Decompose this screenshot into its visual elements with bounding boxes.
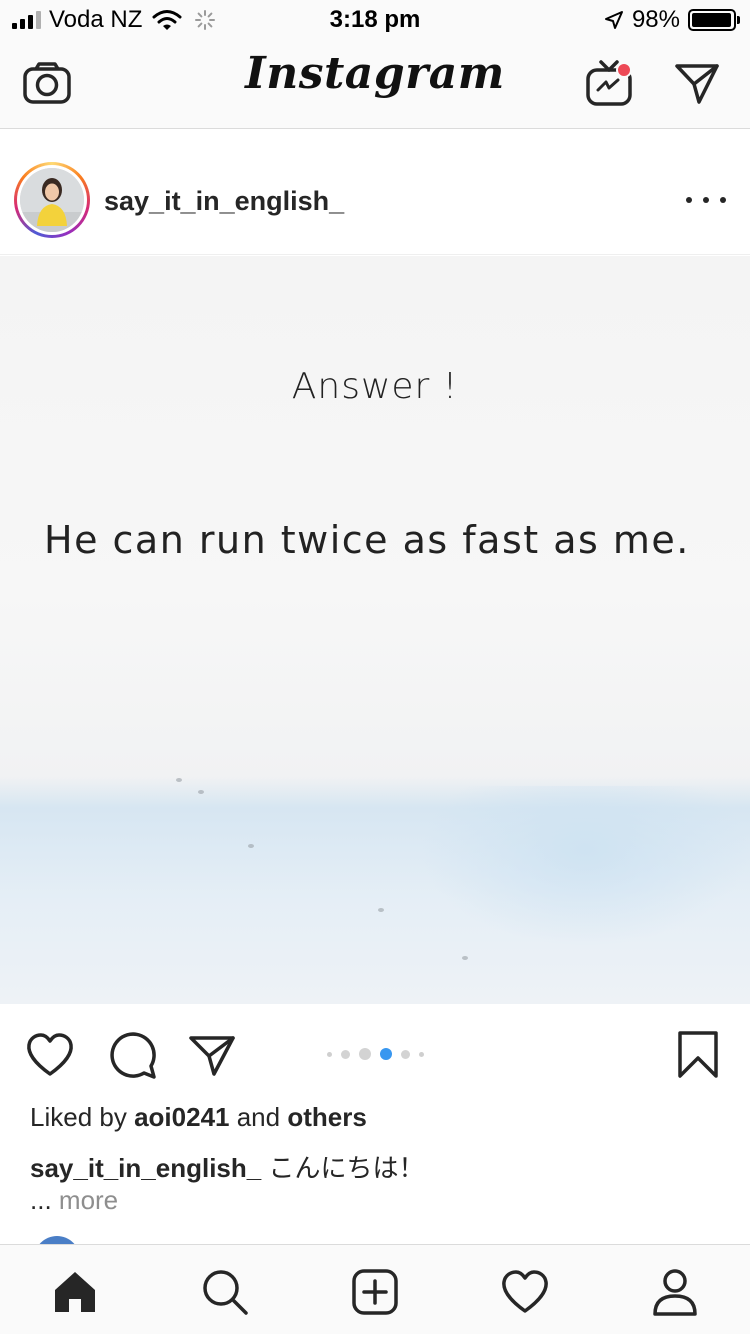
bookmark-icon[interactable]: [672, 1029, 724, 1081]
carousel-indicator: [0, 1048, 750, 1060]
image-sentence-text: He can run twice as fast as me.: [44, 518, 690, 562]
paint-speck: [378, 908, 384, 912]
profile-icon[interactable]: [648, 1265, 702, 1319]
carousel-dot: [358, 1048, 371, 1060]
carousel-dot-active: [379, 1048, 392, 1060]
watercolor-wash: [420, 786, 750, 946]
caption-ellipsis: ...: [30, 1185, 52, 1215]
post-caption: say_it_in_english_ こんにちは！: [30, 1148, 424, 1185]
dot: [686, 197, 692, 203]
carousel-dot: [326, 1051, 332, 1057]
activity-icon[interactable]: [498, 1265, 552, 1319]
notification-dot: [616, 62, 632, 78]
post-username[interactable]: say_it_in_english_: [104, 186, 344, 217]
post-image[interactable]: Answer ! He can run twice as fast as me.: [0, 256, 750, 1004]
likes-conjunction: and: [236, 1102, 281, 1132]
battery-icon: [688, 9, 740, 31]
caption-more-link[interactable]: more: [59, 1185, 118, 1215]
location-arrow-icon: [604, 10, 624, 30]
bottom-tab-bar: [0, 1244, 750, 1334]
caption-text: こんにちは！: [268, 1153, 425, 1183]
home-icon[interactable]: [48, 1265, 102, 1319]
paint-speck: [462, 956, 468, 960]
paint-speck: [198, 790, 204, 794]
status-right: 98%: [604, 6, 740, 34]
battery-percent: 98%: [631, 6, 680, 33]
image-title-text: Answer !: [291, 366, 459, 407]
dot: [703, 197, 709, 203]
more-options-button[interactable]: [686, 190, 726, 210]
carousel-dot: [340, 1049, 350, 1059]
caption-more-line: ... more: [30, 1185, 118, 1216]
likes-prefix: Liked by: [30, 1102, 127, 1132]
post-header: say_it_in_english_: [0, 130, 750, 255]
carousel-dot: [400, 1049, 410, 1059]
paint-speck: [248, 844, 254, 848]
igtv-icon[interactable]: [582, 56, 636, 110]
story-ring[interactable]: [14, 162, 90, 238]
carousel-dot: [418, 1051, 424, 1057]
dot: [720, 197, 726, 203]
new-post-icon[interactable]: [348, 1265, 402, 1319]
app-header: Instagram: [0, 40, 750, 129]
liked-by-user-link[interactable]: aoi0241: [134, 1102, 229, 1132]
likes-summary: Liked by aoi0241 and others: [30, 1102, 367, 1133]
paint-speck: [176, 778, 182, 782]
avatar: [20, 168, 84, 232]
liked-by-others-link[interactable]: others: [287, 1102, 366, 1132]
search-icon[interactable]: [198, 1265, 252, 1319]
instagram-logo: Instagram: [245, 48, 505, 99]
caption-username-link[interactable]: say_it_in_english_: [30, 1153, 261, 1183]
direct-message-icon[interactable]: [670, 56, 724, 110]
post-action-bar: [0, 1005, 750, 1100]
status-bar: Voda NZ 3:18 pm 98%: [0, 0, 750, 40]
